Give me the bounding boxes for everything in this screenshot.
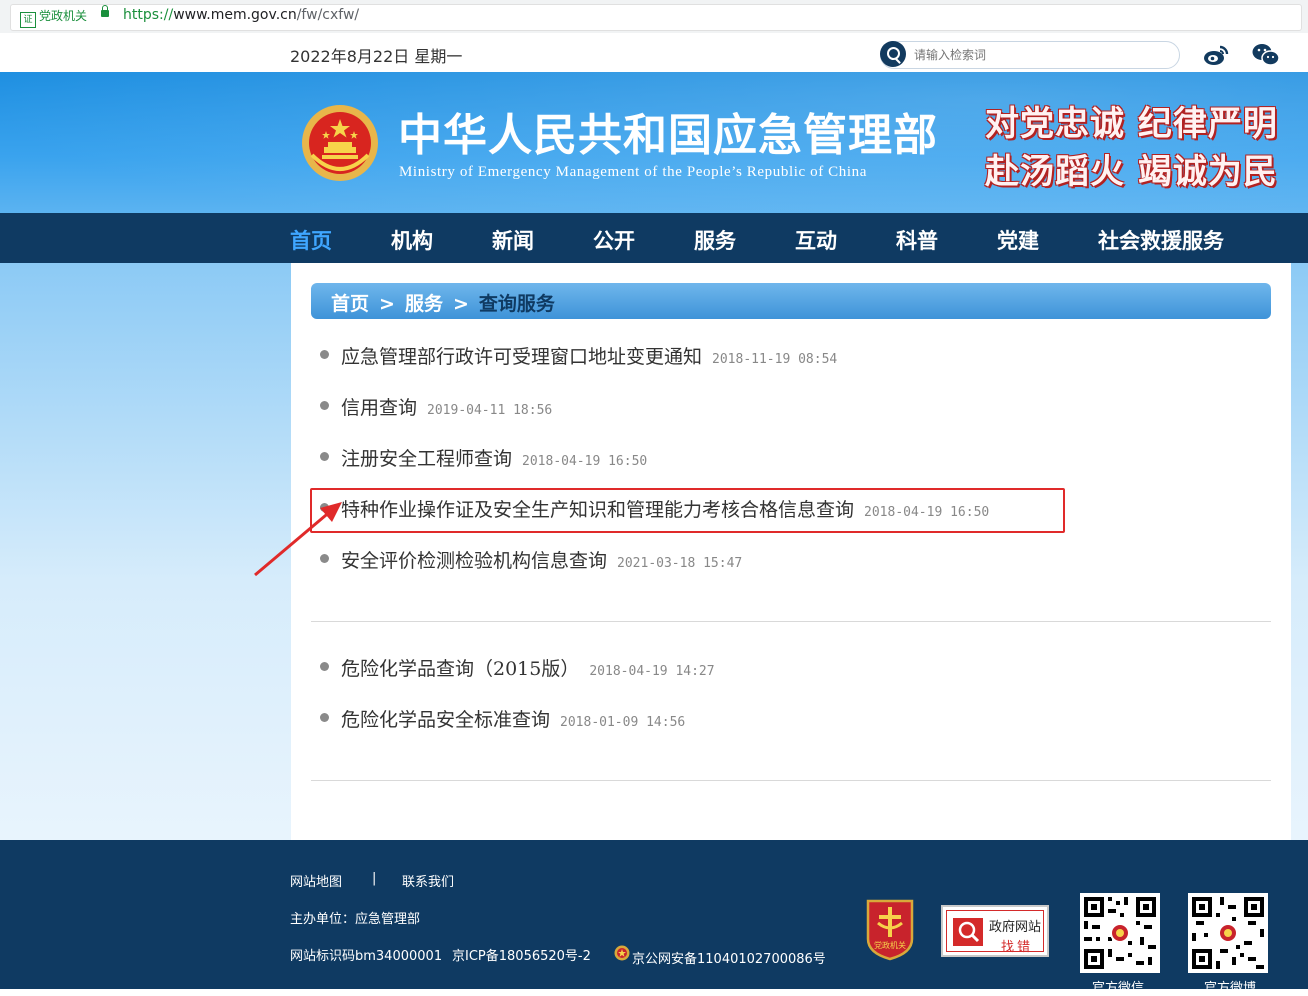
bullet-icon [320,350,329,359]
wechat-qr-label: 官方微信 [1092,981,1145,996]
nav-public[interactable]: 公开 [593,225,635,255]
list-item-title[interactable]: 安全评价检测检验机构信息查询 [341,550,607,572]
national-emblem-icon [302,105,378,181]
list-item[interactable]: 危险化学品查询（2015版） 2018-04-19 14:27 [320,654,715,681]
url-text[interactable]: https://www.mem.gov.cn/fw/cxfw/ [123,7,359,23]
site-title-en: Ministry of Emergency Management of the … [399,164,867,180]
slogan-line-2: 赴汤蹈火 竭诚为民 [985,152,1278,192]
lock-icon [101,5,109,17]
url-host: www.mem.gov.cn [173,7,297,23]
footer-contact-link[interactable]: 联系我们 [402,871,454,890]
party-gov-logo-icon[interactable]: 党政机关 [864,897,916,961]
party-logo-text: 党政机关 [874,940,906,950]
list-item-date: 2019-04-11 18:56 [427,403,553,418]
bullet-icon [320,662,329,671]
bullet-icon [320,401,329,410]
highlight-box [310,488,1065,533]
gov-badge-icon: 证 [20,12,36,28]
search-icon[interactable] [880,41,906,67]
nav-party[interactable]: 党建 [997,225,1039,255]
list-item[interactable]: 危险化学品安全标准查询 2018-01-09 14:56 [320,705,685,732]
list-item[interactable]: 安全评价检测检验机构信息查询 2021-03-18 15:47 [320,546,742,573]
footer-site-id: 网站标识码bm34000001 [290,949,443,964]
footer-icp-link[interactable]: 京ICP备18056520号-2 [452,945,591,964]
weibo-icon[interactable] [1203,44,1229,66]
gov-error-subtitle: 找错 [1001,940,1034,955]
breadcrumb-service[interactable]: 服务 [405,293,443,315]
list-item-date: 2018-11-19 08:54 [712,352,838,367]
annotation-arrow-icon [254,502,342,577]
nav-organization[interactable]: 机构 [391,225,433,255]
search-input[interactable] [912,44,1166,66]
url-path: /fw/cxfw/ [296,7,360,23]
page-side-bg-left [0,263,291,840]
list-item-title[interactable]: 应急管理部行政许可受理窗口地址变更通知 [341,346,702,368]
slogan-line-1: 对党忠诚 纪律严明 [985,104,1278,144]
list-divider [311,780,1271,781]
list-item-title[interactable]: 信用查询 [341,397,417,419]
qr-code-icon [1188,893,1268,973]
list-divider [311,621,1271,622]
footer-police-record-link[interactable]: 京公网安备11040102700086号 [632,948,826,967]
footer-divider: | [372,871,377,886]
list-item[interactable]: 应急管理部行政许可受理窗口地址变更通知 2018-11-19 08:54 [320,342,837,369]
list-item-date: 2018-01-09 14:56 [560,715,686,730]
nav-science[interactable]: 科普 [896,225,938,255]
nav-rescue-service[interactable]: 社会救援服务 [1098,225,1224,255]
breadcrumb-sep: > [452,293,469,315]
gov-badge-label: 党政机关 [39,9,88,23]
weibo-qr-label: 官方微博 [1204,981,1257,996]
qr-code-icon [1080,893,1160,973]
wechat-icon[interactable] [1252,43,1280,67]
url-protocol: https:// [123,7,174,23]
breadcrumb-current[interactable]: 查询服务 [479,293,555,315]
breadcrumb-home[interactable]: 首页 [331,293,369,315]
nav-news[interactable]: 新闻 [492,225,534,255]
weibo-qr-code [1188,893,1268,973]
police-badge-icon [614,945,630,961]
wechat-qr-code [1080,893,1160,973]
list-item-title[interactable]: 注册安全工程师查询 [341,448,512,470]
bullet-icon [320,713,329,722]
bullet-icon [320,452,329,461]
magnifier-icon [953,918,983,946]
gov-error-frame: 政府网站 找错 [946,910,1044,955]
gov-error-title: 政府网站 [989,920,1042,935]
nav-interaction[interactable]: 互动 [795,225,837,255]
breadcrumb-sep: > [379,293,395,315]
current-date: 2022年8月22日 星期一 [290,47,463,66]
list-item[interactable]: 注册安全工程师查询 2018-04-19 16:50 [320,444,647,471]
nav-home[interactable]: 首页 [290,225,332,255]
list-item-title[interactable]: 危险化学品查询（2015版） [341,658,579,680]
footer-sponsor: 主办单位：应急管理部 [290,912,421,927]
site-title[interactable]: 中华人民共和国应急管理部 [398,99,938,163]
list-item-title[interactable]: 危险化学品安全标准查询 [341,709,550,731]
page-side-bg-right [1291,263,1308,840]
list-item-date: 2018-04-19 16:50 [522,454,648,469]
gov-badge: 证党政机关 [20,7,87,28]
gov-error-report-button[interactable]: 政府网站 找错 [941,905,1049,957]
breadcrumb-text: 首页 > 服务 > 查询服务 [331,289,555,316]
list-item-date: 2021-03-18 15:47 [617,556,743,571]
list-item-date: 2018-04-19 14:27 [589,664,715,679]
footer-sitemap-link[interactable]: 网站地图 [290,871,342,890]
list-item[interactable]: 信用查询 2019-04-11 18:56 [320,393,552,420]
nav-service[interactable]: 服务 [694,225,736,255]
